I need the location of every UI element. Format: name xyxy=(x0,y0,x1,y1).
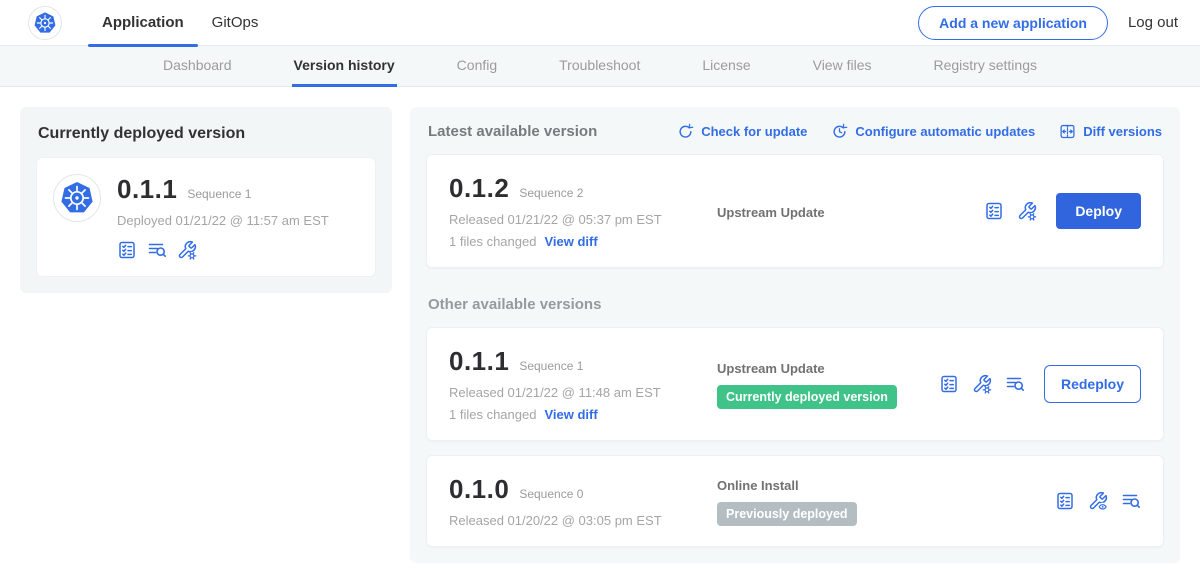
released-timestamp: Released 01/20/22 @ 03:05 pm EST xyxy=(449,513,717,528)
subnav-tab-version-history[interactable]: Version history xyxy=(292,46,397,87)
redeploy-button[interactable]: Redeploy xyxy=(1044,365,1141,403)
subnav-tab-registry-settings[interactable]: Registry settings xyxy=(932,46,1039,87)
subnav-tab-view-files[interactable]: View files xyxy=(811,46,874,87)
check-for-update-link[interactable]: Check for update xyxy=(677,123,807,140)
sequence-label: Sequence 0 xyxy=(519,487,583,501)
view-config-icon[interactable] xyxy=(1088,491,1108,511)
files-changed-label: 1 files changed xyxy=(449,407,536,422)
diff-versions-label: Diff versions xyxy=(1083,124,1162,139)
edit-config-icon[interactable] xyxy=(972,374,992,394)
available-versions-panel: Latest available version Check for updat… xyxy=(410,107,1180,563)
view-diff-link[interactable]: View diff xyxy=(544,234,597,249)
sequence-label: Sequence 2 xyxy=(519,186,583,200)
edit-config-icon[interactable] xyxy=(177,240,197,260)
version-card-0-1-1: 0.1.1 Sequence 1 Released 01/21/22 @ 11:… xyxy=(426,327,1164,441)
currently-deployed-title: Currently deployed version xyxy=(38,125,376,143)
diff-versions-link[interactable]: Diff versions xyxy=(1059,123,1162,140)
check-for-update-label: Check for update xyxy=(701,124,807,139)
app-subnav: Dashboard Version history Config Trouble… xyxy=(0,46,1200,87)
app-icon xyxy=(53,174,101,222)
refresh-icon xyxy=(677,123,694,140)
version-number: 0.1.2 xyxy=(449,173,509,204)
deploy-button[interactable]: Deploy xyxy=(1056,193,1141,229)
sequence-label: Sequence 1 xyxy=(519,359,583,373)
version-card-0-1-2: 0.1.2 Sequence 2 Released 01/21/22 @ 05:… xyxy=(426,154,1164,268)
preflight-checks-icon[interactable] xyxy=(984,201,1004,221)
files-changed-label: 1 files changed xyxy=(449,234,536,249)
previously-deployed-badge: Previously deployed xyxy=(717,502,857,526)
preflight-checks-icon[interactable] xyxy=(939,374,959,394)
add-application-button[interactable]: Add a new application xyxy=(918,6,1108,40)
version-source-label: Online Install xyxy=(717,478,1055,493)
deploy-logs-icon[interactable] xyxy=(147,240,167,260)
app-logo xyxy=(28,6,62,40)
version-source-label: Upstream Update xyxy=(717,361,939,376)
deployed-timestamp: Deployed 01/21/22 @ 11:57 am EST xyxy=(117,213,329,228)
logout-button[interactable]: Log out xyxy=(1128,14,1184,31)
edit-config-icon[interactable] xyxy=(1017,201,1037,221)
currently-deployed-panel: Currently deployed version 0.1.1 Sequenc… xyxy=(20,107,392,293)
version-card-0-1-0: 0.1.0 Sequence 0 Released 01/20/22 @ 03:… xyxy=(426,455,1164,547)
refresh-clock-icon xyxy=(831,123,848,140)
preflight-checks-icon[interactable] xyxy=(117,240,137,260)
subnav-tab-troubleshoot[interactable]: Troubleshoot xyxy=(557,46,642,87)
kubernetes-icon xyxy=(33,11,57,35)
currently-deployed-badge: Currently deployed version xyxy=(717,385,897,409)
deployed-version-number: 0.1.1 xyxy=(117,174,177,205)
subnav-tab-license[interactable]: License xyxy=(700,46,752,87)
view-diff-link[interactable]: View diff xyxy=(544,407,597,422)
deploy-logs-icon[interactable] xyxy=(1121,491,1141,511)
other-available-versions-title: Other available versions xyxy=(428,296,1162,313)
version-number: 0.1.0 xyxy=(449,474,509,505)
configure-automatic-updates-link[interactable]: Configure automatic updates xyxy=(831,123,1035,140)
subnav-tab-config[interactable]: Config xyxy=(455,46,499,87)
diff-icon xyxy=(1059,123,1076,140)
subnav-tab-dashboard[interactable]: Dashboard xyxy=(161,46,234,87)
kubernetes-icon xyxy=(59,180,95,216)
configure-automatic-updates-label: Configure automatic updates xyxy=(855,124,1035,139)
panel-actions: Check for update Configure automatic upd… xyxy=(677,123,1162,140)
version-source-label: Upstream Update xyxy=(717,205,984,220)
released-timestamp: Released 01/21/22 @ 11:48 am EST xyxy=(449,385,717,400)
top-nav-right: Add a new application Log out xyxy=(918,6,1184,40)
released-timestamp: Released 01/21/22 @ 05:37 pm EST xyxy=(449,212,717,227)
deploy-logs-icon[interactable] xyxy=(1005,374,1025,394)
preflight-checks-icon[interactable] xyxy=(1055,491,1075,511)
version-number: 0.1.1 xyxy=(449,346,509,377)
deployed-version-card: 0.1.1 Sequence 1 Deployed 01/21/22 @ 11:… xyxy=(36,157,376,277)
latest-available-title: Latest available version xyxy=(428,123,597,140)
tab-application[interactable]: Application xyxy=(88,0,198,46)
tab-gitops[interactable]: GitOps xyxy=(198,0,273,46)
version-history-page: Currently deployed version 0.1.1 Sequenc… xyxy=(0,87,1200,583)
deployed-sequence-label: Sequence 1 xyxy=(187,187,251,201)
top-nav: Application GitOps Add a new application… xyxy=(0,0,1200,46)
